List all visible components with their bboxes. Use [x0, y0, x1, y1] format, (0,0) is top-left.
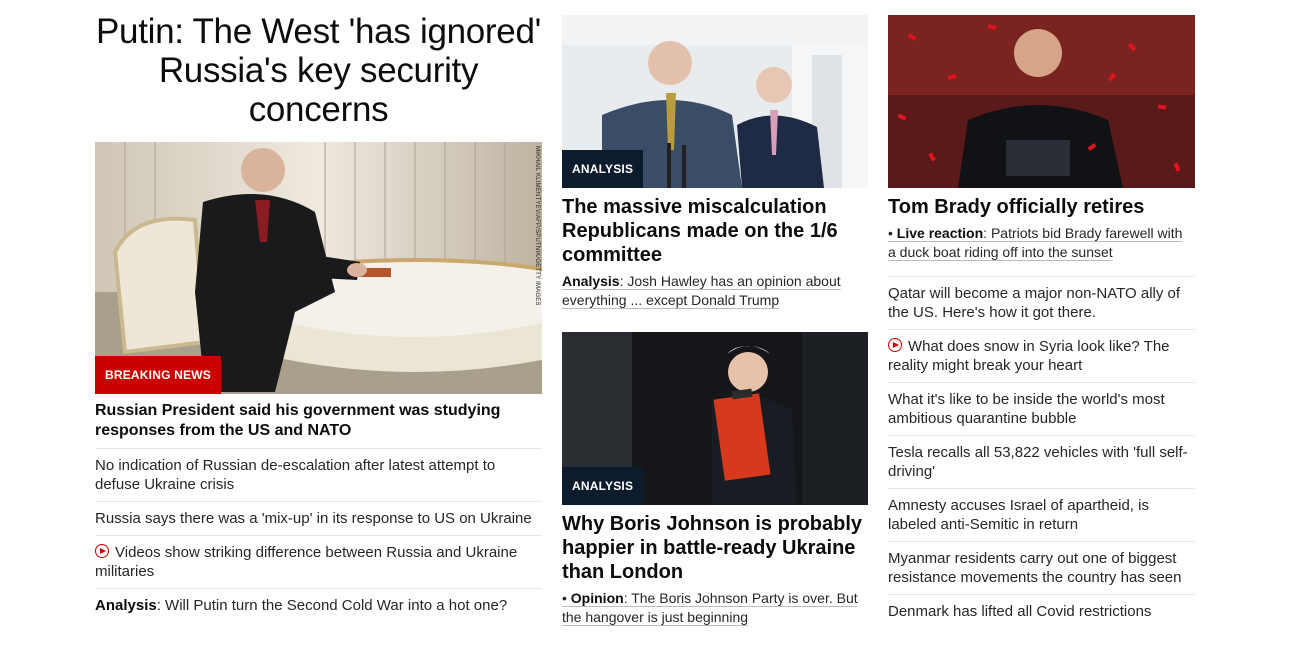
analysis-label: Analysis: [562, 273, 620, 289]
divider: [95, 535, 542, 536]
divider: [95, 501, 542, 502]
divider: [95, 588, 542, 589]
story-link[interactable]: Qatar will become a major non-NATO ally …: [888, 284, 1188, 322]
related-story-link[interactable]: Videos show striking difference between …: [95, 543, 535, 581]
photo-credit: MIKHAIL KLIMENTYEV/AFP/SPUTNIK/GETTY IMA…: [534, 146, 540, 306]
brady-headline-link[interactable]: Tom Brady officially retires: [888, 195, 1195, 219]
opinion-label: Opinion: [570, 590, 624, 606]
related-story-text: : Will Putin turn the Second Cold War in…: [156, 597, 508, 614]
gop-sub-link[interactable]: Analysis: Josh Hawley has an opinion abo…: [562, 272, 862, 310]
live-reaction-label: Live reaction: [896, 225, 984, 241]
mcconnell-photo[interactable]: ANALYSIS: [562, 15, 868, 188]
divider: [888, 382, 1195, 383]
divider: [888, 276, 1195, 277]
play-icon: [888, 338, 902, 352]
brady-photo[interactable]: [888, 15, 1195, 188]
related-story-link[interactable]: Russia says there was a 'mix-up' in its …: [95, 509, 542, 528]
putin-photo[interactable]: MIKHAIL KLIMENTYEV/AFP/SPUTNIK/GETTY IMA…: [95, 142, 542, 394]
play-icon: [95, 544, 109, 558]
brady-photo-graphic: [888, 15, 1195, 188]
story-link[interactable]: What it's like to be inside the world's …: [888, 390, 1188, 428]
gop-headline-link[interactable]: The massive miscalculation Republicans m…: [562, 195, 868, 267]
brady-sub-link[interactable]: • Live reaction: Patriots bid Brady fare…: [888, 224, 1193, 262]
story-link[interactable]: Tesla recalls all 53,822 vehicles with '…: [888, 443, 1193, 481]
boris-headline-link[interactable]: Why Boris Johnson is probably happier in…: [562, 512, 872, 584]
related-story-link[interactable]: No indication of Russian de-escalation a…: [95, 456, 515, 494]
boris-sub-link[interactable]: • Opinion: The Boris Johnson Party is ov…: [562, 589, 862, 627]
main-headline[interactable]: Putin: The West 'has ignored' Russia's k…: [95, 12, 542, 129]
divider: [888, 488, 1195, 489]
story-link[interactable]: Myanmar residents carry out one of bigge…: [888, 549, 1188, 587]
story-text: What does snow in Syria look like? The r…: [888, 338, 1170, 374]
divider: [888, 329, 1195, 330]
divider: [888, 594, 1195, 595]
story-link[interactable]: Amnesty accuses Israel of apartheid, is …: [888, 496, 1178, 534]
breaking-news-badge: BREAKING NEWS: [95, 356, 221, 394]
main-lead-link[interactable]: Russian President said his government wa…: [95, 401, 535, 441]
analysis-badge: ANALYSIS: [562, 467, 644, 505]
analysis-badge: ANALYSIS: [562, 150, 644, 188]
related-story-text: Videos show striking difference between …: [95, 544, 518, 580]
divider: [95, 448, 542, 449]
boris-photo[interactable]: ANALYSIS: [562, 332, 868, 505]
related-story-link[interactable]: Analysis: Will Putin turn the Second Col…: [95, 596, 542, 615]
story-link[interactable]: Denmark has lifted all Covid restriction…: [888, 602, 1193, 621]
analysis-label: Analysis: [95, 597, 157, 614]
divider: [888, 435, 1195, 436]
story-link[interactable]: What does snow in Syria look like? The r…: [888, 337, 1188, 375]
divider: [888, 541, 1195, 542]
